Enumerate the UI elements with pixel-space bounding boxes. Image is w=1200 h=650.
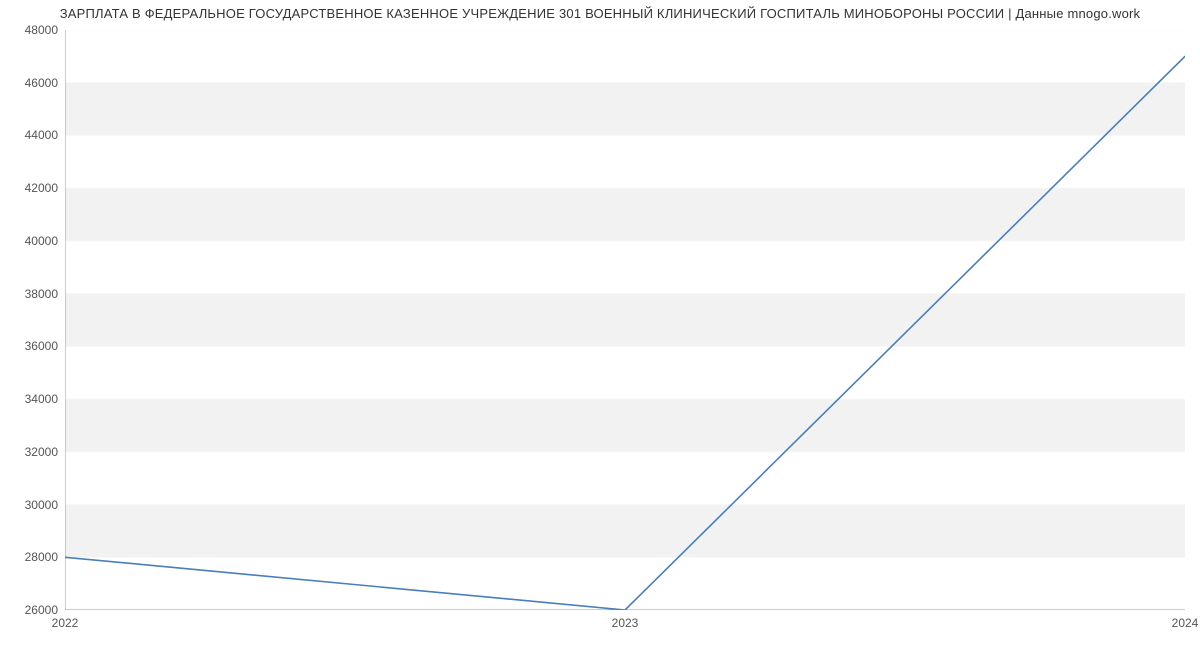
y-axis-tick-label: 42000 — [8, 181, 58, 195]
y-axis-tick-label: 40000 — [8, 234, 58, 248]
y-axis-tick-label: 34000 — [8, 392, 58, 406]
chart-container: ЗАРПЛАТА В ФЕДЕРАЛЬНОЕ ГОСУДАРСТВЕННОЕ К… — [0, 0, 1200, 650]
y-axis-tick-label: 46000 — [8, 76, 58, 90]
grid-band — [65, 505, 1185, 558]
y-axis-tick-label: 38000 — [8, 287, 58, 301]
chart-title: ЗАРПЛАТА В ФЕДЕРАЛЬНОЕ ГОСУДАРСТВЕННОЕ К… — [0, 6, 1200, 21]
plot-area — [65, 30, 1185, 610]
y-axis-tick-label: 26000 — [8, 603, 58, 617]
grid-bands — [65, 83, 1185, 558]
x-axis-tick-label: 2024 — [1172, 616, 1199, 630]
y-axis-tick-label: 48000 — [8, 23, 58, 37]
y-axis-tick-label: 44000 — [8, 128, 58, 142]
x-axis-tick-label: 2022 — [52, 616, 79, 630]
grid-band — [65, 294, 1185, 347]
y-axis-tick-label: 28000 — [8, 550, 58, 564]
y-axis-tick-label: 36000 — [8, 339, 58, 353]
x-axis-tick-label: 2023 — [612, 616, 639, 630]
chart-svg — [65, 30, 1185, 610]
grid-band — [65, 188, 1185, 241]
y-axis-tick-label: 30000 — [8, 498, 58, 512]
grid-band — [65, 399, 1185, 452]
y-axis-tick-label: 32000 — [8, 445, 58, 459]
grid-band — [65, 83, 1185, 136]
